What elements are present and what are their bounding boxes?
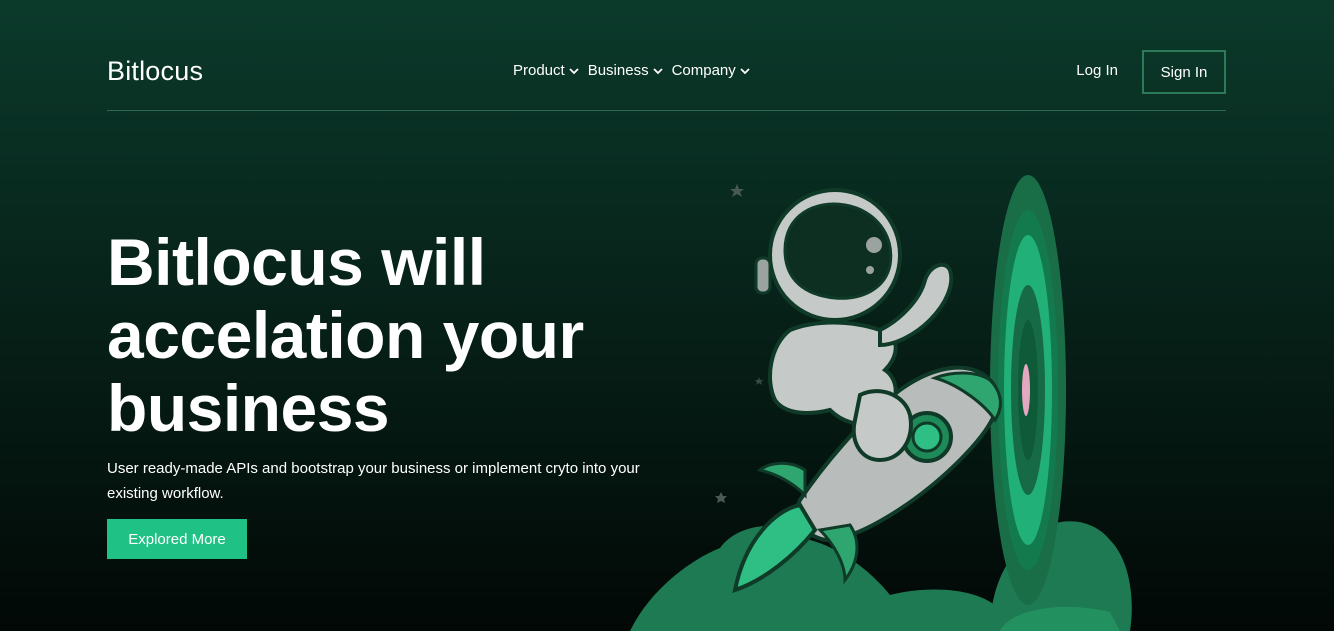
menu-item-business[interactable]: Business: [588, 62, 664, 79]
chevron-down-icon: [740, 67, 750, 74]
hero-title-line: Bitlocus will: [107, 225, 486, 299]
menu-item-label: Company: [671, 62, 736, 79]
astronaut-rocket-illustration: [630, 175, 1132, 631]
menu-item-company[interactable]: Company: [672, 62, 751, 79]
chevron-down-icon: [652, 67, 663, 74]
star-icon: [730, 184, 744, 197]
hero-title-line: accelation your: [107, 298, 584, 372]
menu-item-label: Product: [513, 62, 565, 79]
navbar-divider: [107, 110, 1226, 111]
brand-logo[interactable]: Bitlocus: [107, 56, 203, 87]
menu-item-product[interactable]: Product: [513, 62, 580, 79]
star-icon: [715, 492, 727, 503]
signin-button[interactable]: Sign In: [1142, 50, 1226, 94]
chevron-down-icon: [569, 67, 579, 74]
hero-title: Bitlocus will accelation your business: [107, 226, 667, 445]
hero-title-line: business: [107, 371, 390, 445]
hero-subtitle: User ready-made APIs and bootstrap your …: [107, 460, 640, 502]
menu-item-label: Business: [587, 62, 649, 79]
explore-more-button[interactable]: Explored More: [107, 519, 247, 559]
main-menu: Product Business Company: [513, 62, 751, 79]
top-navbar: Bitlocus Product Business Company Log In…: [107, 50, 1226, 94]
star-icon: [755, 377, 763, 385]
login-link[interactable]: Log In: [1076, 62, 1118, 79]
